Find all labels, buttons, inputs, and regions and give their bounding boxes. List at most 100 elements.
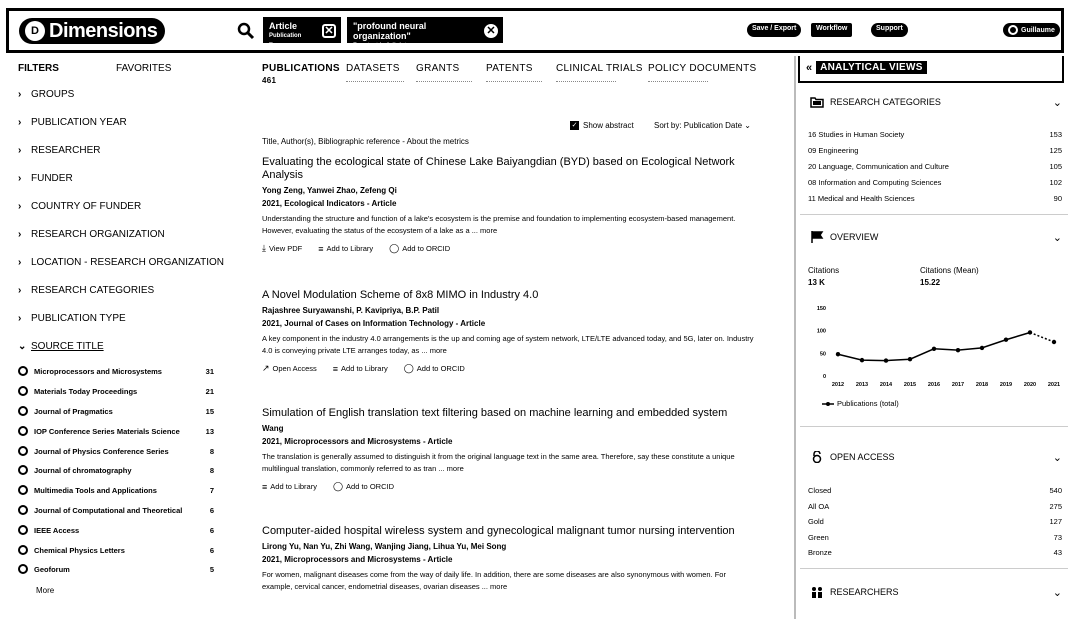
tab-label: DATASETS bbox=[346, 63, 400, 74]
user-menu-button[interactable]: Guillaume bbox=[1003, 23, 1060, 37]
source-option[interactable]: IOP Conference Series Materials Science 1… bbox=[18, 426, 214, 436]
publication-actions: ↗ Open Access ≡ Add to Library ◯ Add to ORC… bbox=[262, 363, 756, 374]
filter-researcher[interactable]: › RESEARCHER bbox=[18, 145, 100, 156]
filter-label: GROUPS bbox=[31, 89, 75, 100]
source-option[interactable]: Journal of Pragmatics 15 bbox=[18, 406, 214, 416]
filter-research-categories[interactable]: › RESEARCH CATEGORIES bbox=[18, 285, 154, 296]
chevron-down-icon[interactable]: ⌄ bbox=[1053, 586, 1062, 599]
researchers-section[interactable]: RESEARCHERS ⌄ bbox=[810, 586, 1062, 599]
filters-title[interactable]: FILTERS bbox=[18, 63, 59, 74]
source-option[interactable]: Materials Today Proceedings 21 bbox=[18, 386, 214, 396]
close-icon[interactable]: ✕ bbox=[322, 24, 336, 38]
chip-label: Article bbox=[269, 21, 298, 31]
people-icon bbox=[812, 587, 822, 598]
dimensions-logo[interactable]: D Dimensions bbox=[19, 18, 165, 44]
source-option[interactable]: Multimedia Tools and Applications 7 bbox=[18, 485, 214, 495]
tab-policy-documents[interactable]: POLICY DOCUMENTS bbox=[648, 63, 757, 82]
show-abstract-toggle[interactable]: ✓ Show abstract bbox=[570, 121, 634, 130]
publication-title[interactable]: Computer-aided hospital wireless system … bbox=[262, 525, 756, 538]
category-row[interactable]: 16 Studies in Human Society 153 bbox=[808, 130, 1062, 139]
radio-icon bbox=[18, 505, 28, 515]
publication-authors[interactable]: Wang bbox=[262, 424, 756, 433]
add-to-library-button[interactable]: ≡ Add to Library bbox=[318, 243, 373, 254]
category-row[interactable]: 11 Medical and Health Sciences 90 bbox=[808, 194, 1062, 203]
search-icon[interactable] bbox=[237, 22, 255, 40]
publication-authors[interactable]: Yong Zeng, Yanwei Zhao, Zefeng Qi bbox=[262, 186, 756, 195]
category-row[interactable]: 09 Engineering 125 bbox=[808, 146, 1062, 155]
source-option[interactable]: Microprocessors and Microsystems 31 bbox=[18, 366, 214, 376]
source-option[interactable]: Journal of chromatography 8 bbox=[18, 465, 214, 475]
chevron-down-icon[interactable]: ⌄ bbox=[1053, 231, 1062, 244]
source-option[interactable]: Geoforum 5 bbox=[18, 564, 214, 574]
support-button[interactable]: Support bbox=[871, 23, 908, 37]
filter-country-of-funder[interactable]: › COUNTRY OF FUNDER bbox=[18, 201, 141, 212]
open-access-row[interactable]: Gold 127 bbox=[808, 517, 1062, 526]
view-pdf-button[interactable]: ⤓ View PDF bbox=[262, 243, 302, 254]
tab-datasets[interactable]: DATASETS bbox=[346, 63, 404, 82]
source-count: 6 bbox=[209, 545, 214, 555]
radio-icon bbox=[18, 426, 28, 436]
tab-grants[interactable]: GRANTS bbox=[416, 63, 472, 82]
open-access-row[interactable]: Green 73 bbox=[808, 533, 1062, 542]
filter-groups[interactable]: › GROUPS bbox=[18, 89, 74, 100]
add-to-library-button[interactable]: ≡ Add to Library bbox=[262, 481, 317, 492]
source-option[interactable]: IEEE Access 6 bbox=[18, 525, 214, 535]
tab-publications[interactable]: PUBLICATIONS 461 bbox=[262, 63, 340, 85]
add-to-orcid-button[interactable]: ◯ Add to ORCID bbox=[389, 243, 450, 254]
category-row[interactable]: 08 Information and Computing Sciences 102 bbox=[808, 178, 1062, 187]
category-row[interactable]: 20 Language, Communication and Culture 10… bbox=[808, 162, 1062, 171]
logo-mark-icon: D bbox=[25, 21, 45, 41]
workflow-button[interactable]: Workflow bbox=[811, 23, 853, 37]
filter-research-organization[interactable]: › RESEARCH ORGANIZATION bbox=[18, 229, 165, 240]
x-tick-label: 2020 bbox=[1024, 382, 1036, 388]
close-icon[interactable]: ✕ bbox=[484, 24, 498, 38]
chevron-down-icon[interactable]: ⌄ bbox=[1053, 96, 1062, 109]
publication-title[interactable]: Evaluating the ecological state of Chine… bbox=[262, 156, 756, 182]
research-categories-section[interactable]: RESEARCH CATEGORIES ⌄ bbox=[810, 96, 1062, 109]
open-access-section[interactable]: OPEN ACCESS ⌄ bbox=[810, 451, 1062, 464]
open-access-row[interactable]: Closed 540 bbox=[808, 486, 1062, 495]
open-access-row[interactable]: Bronze 43 bbox=[808, 548, 1062, 557]
publication-title[interactable]: A Novel Modulation Scheme of 8x8 MIMO in… bbox=[262, 289, 756, 302]
filter-label: FUNDER bbox=[31, 173, 73, 184]
tab-patents[interactable]: PATENTS bbox=[486, 63, 542, 82]
source-option[interactable]: Journal of Physics Conference Series 8 bbox=[18, 446, 214, 456]
filter-funder[interactable]: › FUNDER bbox=[18, 173, 73, 184]
tab-placeholder bbox=[346, 74, 404, 82]
filter-chip-search-term[interactable]: "profound neural organization" Free text… bbox=[347, 17, 503, 49]
open-access-link[interactable]: ↗ Open Access bbox=[262, 363, 317, 374]
add-to-library-button[interactable]: ≡ Add to Library bbox=[333, 363, 388, 374]
checkbox-checked-icon[interactable]: ✓ bbox=[570, 121, 579, 130]
chevron-down-icon[interactable]: ⌄ bbox=[1053, 451, 1062, 464]
x-tick-label: 2013 bbox=[856, 382, 868, 388]
publication-authors[interactable]: Lirong Yu, Nan Yu, Zhi Wang, Wanjing Jia… bbox=[262, 542, 756, 551]
publication-authors[interactable]: Rajashree Suryawanshi, P. Kavipriya, B.P… bbox=[262, 306, 756, 315]
orcid-icon: ◯ bbox=[403, 363, 414, 373]
source-name: Journal of chromatography bbox=[34, 465, 132, 475]
filter-publication-type[interactable]: › PUBLICATION TYPE bbox=[18, 313, 126, 324]
filter-chip-publication-type[interactable]: Article Publication Type ✕ bbox=[263, 17, 341, 49]
chart-legend: Publications (total) bbox=[822, 399, 899, 408]
filter-source-title[interactable]: ⌄ SOURCE TITLE bbox=[18, 341, 104, 352]
add-to-orcid-button[interactable]: ◯ Add to ORCID bbox=[404, 363, 465, 374]
tab-placeholder bbox=[416, 74, 472, 82]
data-point bbox=[931, 346, 937, 351]
source-option[interactable]: Journal of Computational and Theoretical… bbox=[18, 505, 214, 515]
filter-publication-year[interactable]: › PUBLICATION YEAR bbox=[18, 117, 127, 128]
open-access-row[interactable]: All OA 275 bbox=[808, 502, 1062, 511]
overview-section[interactable]: OVERVIEW ⌄ bbox=[810, 231, 1062, 244]
save-export-button[interactable]: Save / Export bbox=[747, 23, 802, 37]
publication-title[interactable]: Simulation of English translation text f… bbox=[262, 407, 756, 420]
sort-by-dropdown[interactable]: Sort by: Publication Date ⌄ bbox=[654, 121, 751, 130]
favorites-tab[interactable]: FAVORITES bbox=[116, 63, 171, 74]
analytical-views-toggle[interactable]: « ANALYTICAL VIEWS bbox=[806, 61, 927, 74]
more-sources-link[interactable]: More bbox=[36, 586, 54, 595]
filter-location-research-organization[interactable]: › LOCATION - RESEARCH ORGANIZATION bbox=[18, 257, 224, 268]
radio-icon bbox=[18, 406, 28, 416]
tab-placeholder bbox=[648, 74, 708, 82]
source-count: 5 bbox=[209, 564, 214, 574]
tab-clinical-trials[interactable]: CLINICAL TRIALS bbox=[556, 63, 643, 82]
add-to-orcid-button[interactable]: ◯ Add to ORCID bbox=[333, 481, 394, 492]
source-option[interactable]: Chemical Physics Letters 6 bbox=[18, 545, 214, 555]
x-tick-label: 2014 bbox=[880, 382, 893, 388]
